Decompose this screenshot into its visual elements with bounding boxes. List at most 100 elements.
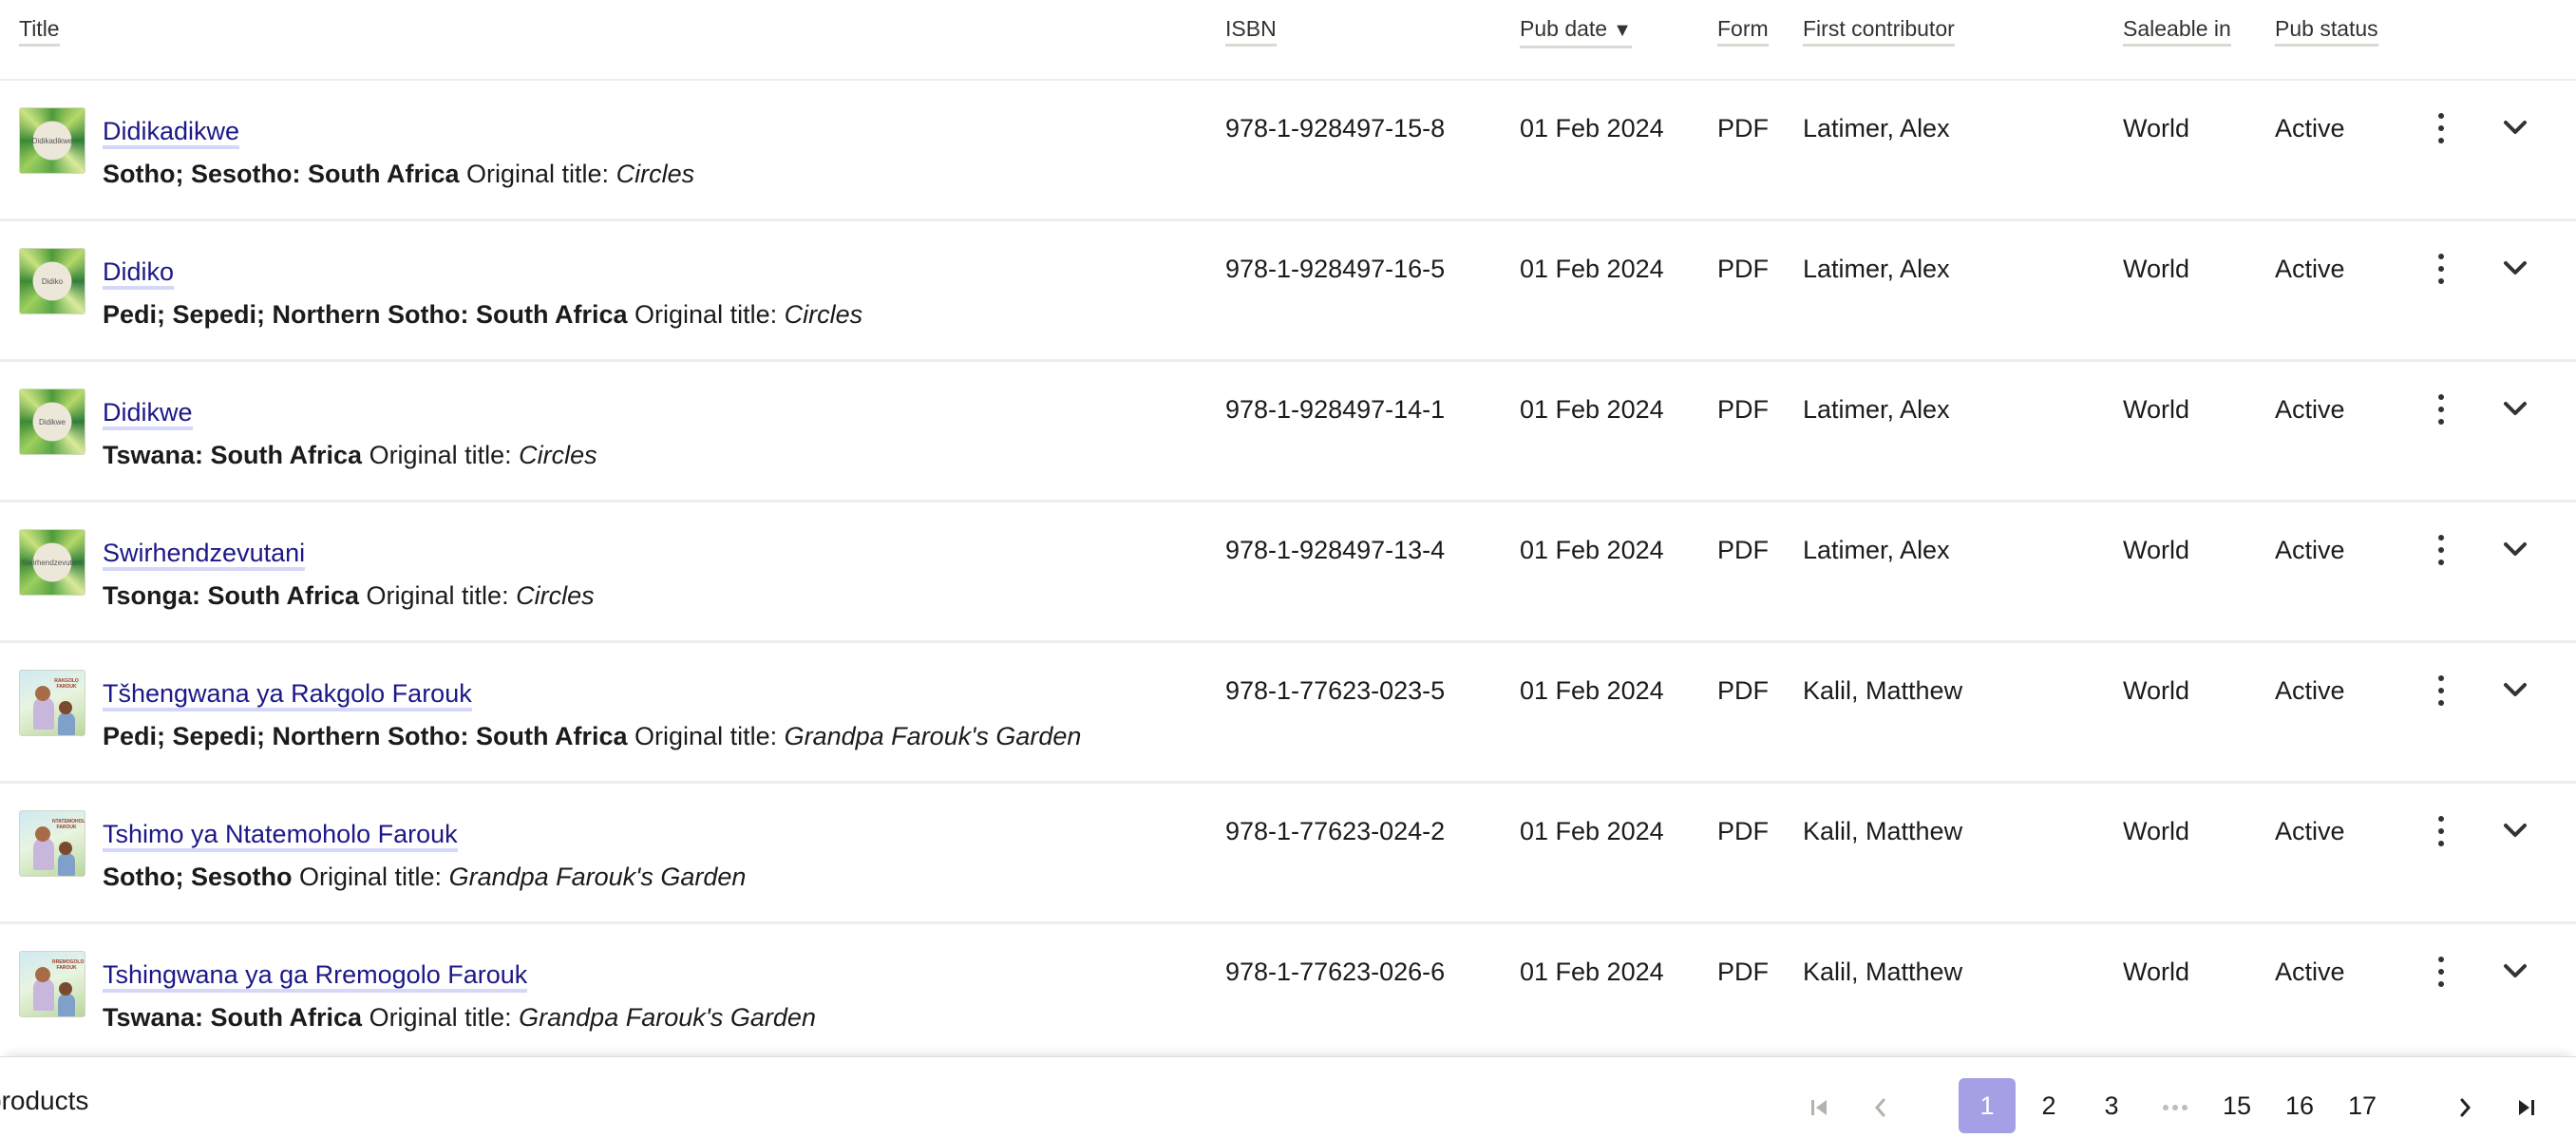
product-subtitle: Pedi; Sepedi; Northern Sotho: South Afri…: [103, 721, 1081, 751]
pub-status-cell: Active: [2275, 395, 2345, 424]
column-header-title[interactable]: Title: [19, 15, 60, 47]
column-header-saleable-in[interactable]: Saleable in: [2123, 15, 2231, 47]
book-cover-thumbnail[interactable]: Didikadikwe: [19, 107, 85, 174]
book-cover-thumbnail[interactable]: RREMOGOLO FAROUK: [19, 951, 85, 1017]
column-header-first-contributor[interactable]: First contributor: [1803, 15, 1955, 47]
product-subtitle: Tswana: South Africa Original title: Cir…: [103, 440, 597, 470]
original-title-label: Original title:: [635, 300, 778, 329]
kebab-menu-icon[interactable]: [2430, 531, 2453, 569]
original-title-label: Original title:: [369, 1003, 512, 1032]
saleable-in-cell: World: [2123, 114, 2190, 142]
pub-status-cell: Active: [2275, 817, 2345, 845]
last-page-icon[interactable]: [2508, 1078, 2546, 1133]
page-button-2[interactable]: 2: [2030, 1078, 2068, 1133]
pub-date-cell: 01 Feb 2024: [1520, 395, 1664, 424]
product-title-link[interactable]: Didikadikwe: [103, 117, 240, 149]
page-button-17[interactable]: 17: [2343, 1078, 2381, 1133]
product-subtitle: Sotho; Sesotho: South Africa Original ti…: [103, 159, 694, 189]
table-row: Didikwe Didikwe Tswana: South Africa Ori…: [0, 362, 2576, 503]
kebab-menu-icon[interactable]: [2430, 672, 2453, 710]
language-label: Sotho; Sesotho: [103, 863, 293, 891]
product-title-link[interactable]: Tšhengwana ya Rakgolo Farouk: [103, 679, 472, 711]
table-footer: products 1 2 3 15 16 17: [0, 1056, 2576, 1138]
contributor-cell: Kalil, Matthew: [1803, 817, 1963, 845]
cover-illustration: [33, 697, 54, 730]
product-subtitle: Sotho; Sesotho Original title: Grandpa F…: [103, 862, 746, 892]
chevron-left-icon[interactable]: [1862, 1078, 1900, 1133]
page-button-16[interactable]: 16: [2281, 1078, 2319, 1133]
kebab-menu-icon[interactable]: [2430, 390, 2453, 428]
column-header-pub-date[interactable]: Pub date ▼: [1520, 15, 1632, 48]
column-header-label: First contributor: [1803, 16, 1955, 41]
cover-illustration: [35, 967, 50, 982]
form-cell: PDF: [1717, 114, 1769, 142]
contributor-cell: Latimer, Alex: [1803, 536, 1950, 564]
book-cover-thumbnail[interactable]: Didikwe: [19, 389, 85, 455]
pub-status-cell: Active: [2275, 676, 2345, 705]
product-title-link[interactable]: Swirhendzevutani: [103, 539, 306, 571]
chevron-right-icon[interactable]: [2446, 1078, 2484, 1133]
kebab-menu-icon[interactable]: [2430, 953, 2453, 991]
contributor-cell: Latimer, Alex: [1803, 255, 1950, 283]
isbn-cell: 978-1-928497-14-1: [1225, 395, 1446, 424]
cover-illustration: [33, 978, 54, 1011]
chevron-down-icon[interactable]: [2496, 955, 2534, 989]
table-row: RAKGOLO FAROUK Tšhengwana ya Rakgolo Far…: [0, 643, 2576, 784]
language-label: Tswana: South Africa: [103, 441, 363, 469]
pub-status-cell: Active: [2275, 958, 2345, 986]
book-cover-thumbnail[interactable]: NTATEMOHOLO FAROUK: [19, 810, 85, 877]
book-cover-thumbnail[interactable]: RAKGOLO FAROUK: [19, 670, 85, 736]
product-title-link[interactable]: Didiko: [103, 257, 175, 290]
saleable-in-cell: World: [2123, 395, 2190, 424]
cover-title-text: Didikadikwe: [31, 137, 73, 145]
pub-status-cell: Active: [2275, 114, 2345, 142]
isbn-cell: 978-1-77623-024-2: [1225, 817, 1446, 845]
form-cell: PDF: [1717, 676, 1769, 705]
column-header-form[interactable]: Form: [1717, 15, 1769, 47]
column-header-label: Pub date: [1520, 16, 1608, 41]
table-row: Swirhendzevutani Swirhendzevutani Tsonga…: [0, 503, 2576, 643]
chevron-down-icon[interactable]: [2496, 533, 2534, 567]
form-cell: PDF: [1717, 958, 1769, 986]
column-header-label: ISBN: [1225, 16, 1277, 41]
page-button-1[interactable]: 1: [1959, 1078, 2016, 1133]
chevron-down-icon[interactable]: [2496, 814, 2534, 848]
original-title-label: Original title:: [635, 722, 778, 750]
first-page-icon[interactable]: [1800, 1078, 1838, 1133]
chevron-down-icon[interactable]: [2496, 392, 2534, 427]
column-header-pub-status[interactable]: Pub status: [2275, 15, 2378, 47]
column-header-label: Pub status: [2275, 16, 2378, 41]
chevron-down-icon[interactable]: [2496, 252, 2534, 286]
page-button-15[interactable]: 15: [2218, 1078, 2256, 1133]
pub-date-cell: 01 Feb 2024: [1520, 817, 1664, 845]
contributor-cell: Latimer, Alex: [1803, 114, 1950, 142]
saleable-in-cell: World: [2123, 958, 2190, 986]
sort-descending-icon: ▼: [1613, 20, 1632, 41]
page-button-3[interactable]: 3: [2093, 1078, 2131, 1133]
table-row: RREMOGOLO FAROUK Tshingwana ya ga Rremog…: [0, 924, 2576, 1065]
book-cover-thumbnail[interactable]: Didiko: [19, 248, 85, 314]
cover-title-text: Didikwe: [38, 418, 66, 427]
isbn-cell: 978-1-928497-16-5: [1225, 255, 1446, 283]
column-header-label: Title: [19, 16, 60, 41]
language-label: Pedi; Sepedi; Northern Sotho: South Afri…: [103, 722, 628, 750]
product-title-link[interactable]: Didikwe: [103, 398, 193, 430]
original-title-label: Original title:: [299, 863, 443, 891]
contributor-cell: Kalil, Matthew: [1803, 958, 1963, 986]
kebab-menu-icon[interactable]: [2430, 250, 2453, 288]
original-title-label: Original title:: [369, 441, 512, 469]
book-cover-thumbnail[interactable]: Swirhendzevutani: [19, 529, 85, 596]
chevron-down-icon[interactable]: [2496, 673, 2534, 708]
product-title-link[interactable]: Tshingwana ya ga Rremogolo Farouk: [103, 960, 528, 993]
kebab-menu-icon[interactable]: [2430, 109, 2453, 147]
original-title-value: Grandpa Farouk's Garden: [448, 863, 747, 891]
cover-title-text: RAKGOLO FAROUK: [54, 678, 79, 690]
chevron-down-icon[interactable]: [2496, 111, 2534, 145]
column-header-isbn[interactable]: ISBN: [1225, 15, 1277, 47]
form-cell: PDF: [1717, 536, 1769, 564]
isbn-cell: 978-1-928497-13-4: [1225, 536, 1446, 564]
product-title-link[interactable]: Tshimo ya Ntatemoholo Farouk: [103, 820, 458, 852]
table-row: NTATEMOHOLO FAROUK Tshimo ya Ntatemoholo…: [0, 784, 2576, 924]
kebab-menu-icon[interactable]: [2430, 812, 2453, 850]
form-cell: PDF: [1717, 255, 1769, 283]
